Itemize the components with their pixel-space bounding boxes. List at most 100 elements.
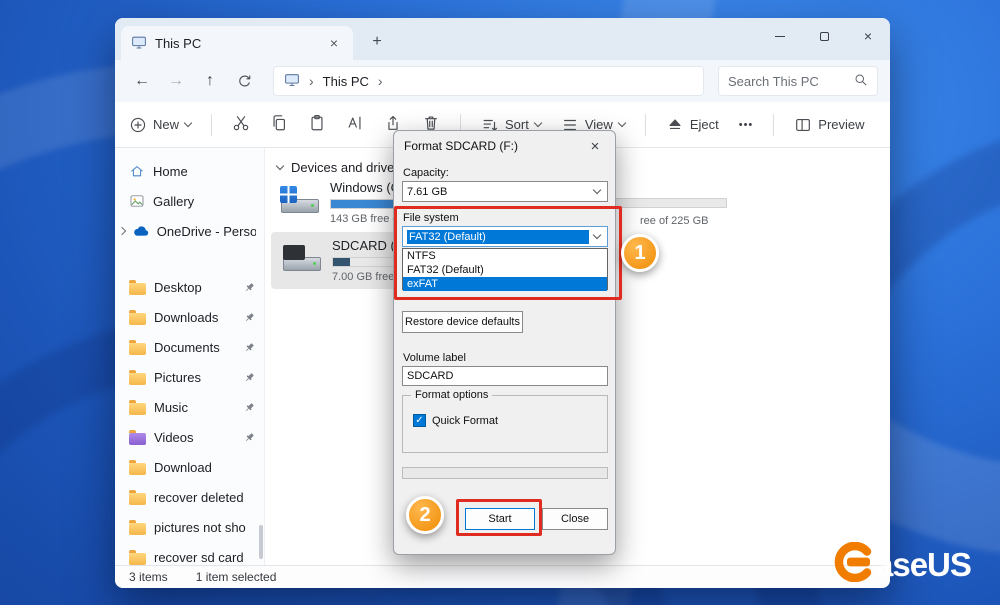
maximize-button[interactable]: [802, 18, 846, 54]
sidebar-item-label: pictures not sho: [154, 520, 246, 535]
annotation-box-filesystem: [394, 206, 622, 300]
minimize-button[interactable]: [758, 18, 802, 54]
format-progress-bar: [402, 467, 608, 479]
cut-button[interactable]: [232, 114, 250, 135]
sidebar-item-desktop[interactable]: Desktop: [115, 272, 264, 302]
chevron-down-icon: [534, 119, 542, 127]
toolbar-divider: [773, 114, 774, 136]
pin-icon: [243, 371, 256, 384]
section-devices-and-drives[interactable]: Devices and drives: [277, 160, 401, 175]
folder-icon: [129, 523, 146, 535]
sidebar-item-label: Gallery: [153, 194, 194, 209]
capacity-label: Capacity:: [403, 167, 449, 179]
sdcard-drive-icon: [281, 244, 323, 278]
copy-button[interactable]: [270, 114, 288, 135]
toolbar-divider: [211, 114, 212, 136]
navigation-bar: ← → ↑ › This PC › Search This PC: [115, 60, 890, 102]
sidebar-item-label: recover deleted: [154, 490, 244, 505]
pin-icon: [243, 341, 256, 354]
preview-label: Preview: [818, 117, 864, 132]
eject-button[interactable]: Eject: [666, 116, 719, 134]
sidebar-item-onedrive[interactable]: OneDrive - Perso: [115, 216, 264, 246]
folder-icon: [129, 463, 146, 475]
folder-icon: [129, 493, 146, 505]
capacity-value: 7.61 GB: [407, 186, 589, 198]
close-button[interactable]: ×: [846, 18, 890, 54]
sidebar-item-label: Documents: [154, 340, 220, 355]
format-options-label: Format options: [411, 389, 492, 401]
capacity-dropdown[interactable]: 7.61 GB: [402, 181, 608, 202]
folder-icon: [129, 403, 146, 415]
windows-drive-icon: [279, 186, 321, 220]
sidebar-item-documents[interactable]: Documents: [115, 332, 264, 362]
status-bar: 3 items 1 item selected: [115, 565, 890, 588]
sidebar-item-downloads[interactable]: Downloads: [115, 302, 264, 332]
sidebar-item-label: Pictures: [154, 370, 201, 385]
preview-button[interactable]: Preview: [794, 116, 864, 134]
minimize-icon: [775, 36, 785, 37]
folder-icon: [129, 313, 146, 325]
checkbox-checked-icon[interactable]: ✓: [413, 414, 426, 427]
sidebar-item-download[interactable]: Download: [115, 452, 264, 482]
easeus-mark-icon: [834, 542, 874, 587]
format-dialog: Format SDCARD (F:) × Capacity: 7.61 GB F…: [393, 130, 616, 555]
sidebar-item-label: Home: [153, 164, 188, 179]
search-placeholder: Search This PC: [728, 74, 819, 89]
new-label: New: [153, 117, 179, 132]
sidebar-item-label: recover sd card: [154, 550, 244, 565]
desktop: This PC × + × ← → ↑ › This PC: [0, 0, 1000, 605]
new-button[interactable]: New: [129, 116, 191, 134]
dialog-title-bar[interactable]: Format SDCARD (F:) ×: [394, 131, 615, 161]
tab-close-icon[interactable]: ×: [325, 35, 343, 51]
search-icon: [853, 72, 868, 90]
sidebar-scrollbar[interactable]: [259, 525, 263, 559]
restore-defaults-button[interactable]: Restore device defaults: [402, 311, 523, 333]
breadcrumb[interactable]: › This PC ›: [273, 66, 704, 96]
tab-this-pc[interactable]: This PC ×: [121, 26, 353, 60]
sidebar-item-label: Music: [154, 400, 188, 415]
sidebar-item-label: Desktop: [154, 280, 202, 295]
sidebar-item-videos[interactable]: Videos: [115, 422, 264, 452]
sidebar-item-pictures[interactable]: Pictures: [115, 362, 264, 392]
sidebar-item-music[interactable]: Music: [115, 392, 264, 422]
rename-button[interactable]: [346, 114, 364, 135]
chevron-down-icon: [618, 119, 626, 127]
sidebar-item-pictures-not-show[interactable]: pictures not sho: [115, 512, 264, 542]
volume-label: Volume label: [403, 352, 466, 364]
new-tab-button[interactable]: +: [363, 28, 391, 56]
sidebar-item-label: OneDrive - Perso: [157, 224, 256, 239]
dialog-close-icon[interactable]: ×: [585, 138, 605, 155]
drive-free-space: ree of 225 GB: [640, 215, 709, 227]
search-input[interactable]: Search This PC: [718, 66, 878, 96]
this-pc-icon: [131, 34, 147, 53]
pin-icon: [243, 401, 256, 414]
selection-count: 1 item selected: [196, 570, 277, 584]
sidebar-item-gallery[interactable]: Gallery: [115, 186, 264, 216]
folder-icon: [129, 433, 146, 445]
maximize-icon: [820, 32, 829, 41]
volume-label-input[interactable]: [402, 366, 608, 386]
breadcrumb-location[interactable]: This PC: [323, 74, 369, 89]
chevron-right-icon: ›: [309, 73, 314, 89]
window-controls: ×: [758, 18, 890, 54]
more-options-icon[interactable]: •••: [739, 119, 754, 131]
paste-button[interactable]: [308, 114, 326, 135]
refresh-button[interactable]: [229, 66, 259, 96]
close-label: Close: [561, 513, 589, 525]
chevron-down-icon: [184, 119, 192, 127]
restore-defaults-label: Restore device defaults: [405, 316, 520, 328]
sidebar-item-recover-sd-card[interactable]: recover sd card: [115, 542, 264, 565]
chevron-right-icon: [118, 227, 126, 235]
folder-icon: [129, 283, 146, 295]
sidebar-item-home[interactable]: Home: [115, 156, 264, 186]
back-button[interactable]: ←: [127, 66, 157, 96]
up-button[interactable]: ↑: [195, 66, 225, 96]
items-count: 3 items: [129, 570, 168, 584]
tab-title: This PC: [155, 36, 201, 51]
close-dialog-button[interactable]: Close: [542, 508, 608, 530]
sidebar-item-recover-deleted[interactable]: recover deleted: [115, 482, 264, 512]
forward-button[interactable]: →: [161, 66, 191, 96]
easeus-wordmark: aseUS: [875, 546, 971, 584]
quick-format-option[interactable]: ✓ Quick Format: [413, 414, 498, 427]
pin-icon: [243, 311, 256, 324]
